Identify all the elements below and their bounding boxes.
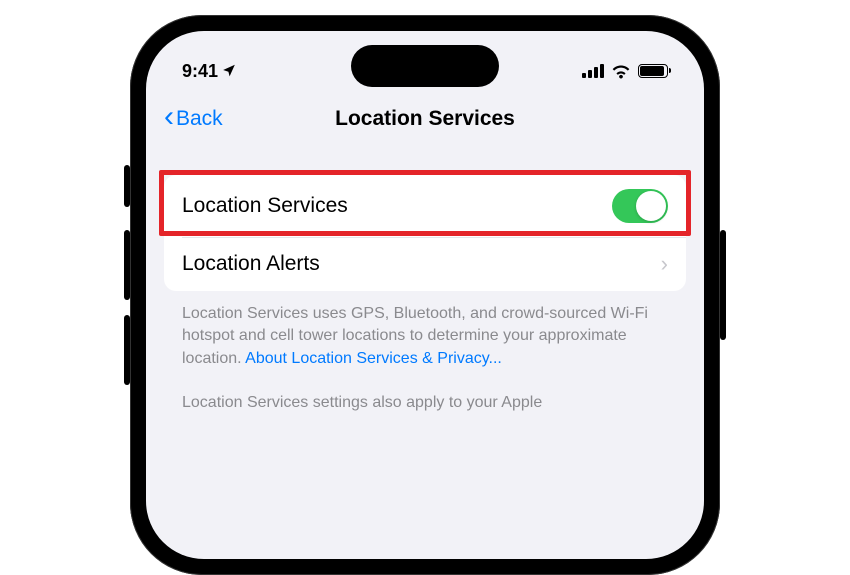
location-arrow-icon (222, 63, 236, 80)
about-privacy-link[interactable]: About Location Services & Privacy... (245, 350, 502, 367)
status-left: 9:41 (182, 61, 236, 82)
phone-frame: 9:41 ‹ Back Loca (130, 15, 720, 575)
chevron-left-icon: ‹ (164, 102, 174, 132)
dynamic-island (351, 45, 499, 87)
location-alerts-row[interactable]: Location Alerts › (164, 237, 686, 291)
row-label: Location Services (182, 194, 348, 218)
location-services-row[interactable]: Location Services (164, 175, 686, 237)
toggle-knob (636, 191, 666, 221)
back-label: Back (176, 107, 223, 131)
back-button[interactable]: ‹ Back (164, 106, 223, 132)
status-right (582, 63, 668, 79)
footer-description: Location Services uses GPS, Bluetooth, a… (164, 291, 686, 370)
status-time: 9:41 (182, 61, 218, 82)
chevron-right-icon: › (661, 251, 668, 277)
footer-description-2: Location Services settings also apply to… (164, 370, 686, 414)
side-button-volume-down (124, 315, 130, 385)
content-area: Location Services Location Alerts › Loca… (146, 145, 704, 415)
cellular-signal-icon (582, 64, 604, 78)
screen: 9:41 ‹ Back Loca (146, 31, 704, 559)
row-label: Location Alerts (182, 252, 320, 276)
side-button-power (720, 230, 726, 340)
footer-text-2: Location Services settings also apply to… (182, 394, 542, 411)
side-button-volume-up (124, 230, 130, 300)
page-title: Location Services (335, 107, 515, 131)
settings-group: Location Services Location Alerts › (164, 175, 686, 291)
wifi-icon (611, 63, 631, 79)
nav-bar: ‹ Back Location Services (146, 93, 704, 145)
location-services-toggle[interactable] (612, 189, 668, 223)
battery-icon (638, 64, 668, 78)
side-button-silent (124, 165, 130, 207)
